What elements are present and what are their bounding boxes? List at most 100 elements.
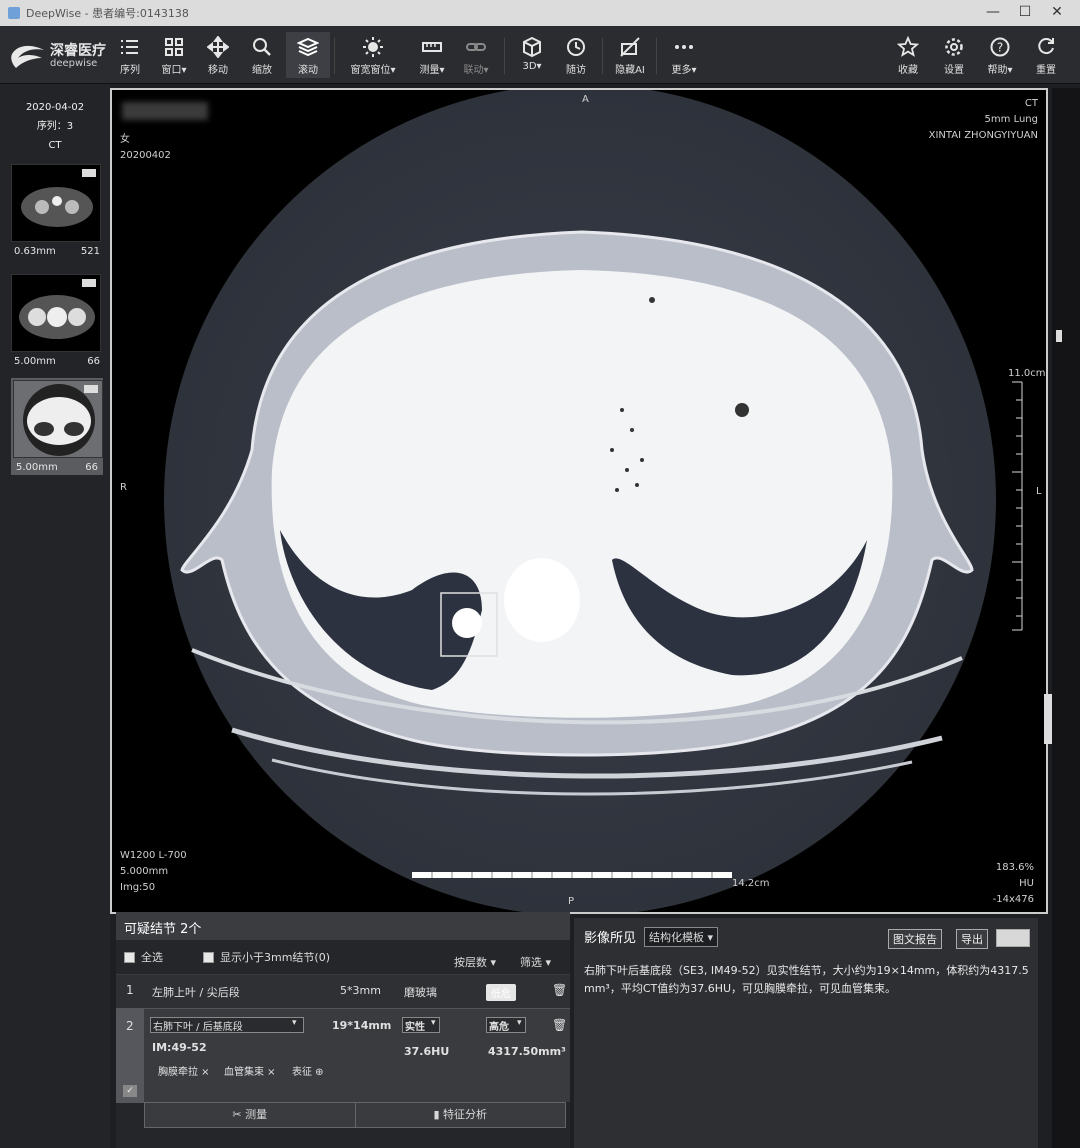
toolbar-divider <box>334 38 335 74</box>
hospital-overlay: XINTAI ZHONGYIYUAN <box>928 130 1038 141</box>
reset-icon <box>1038 38 1054 55</box>
nodule-size: 19*14mm <box>332 1019 392 1032</box>
export-button[interactable]: 导出 <box>956 929 988 949</box>
select-all-checkbox[interactable] <box>124 951 135 963</box>
filter-dropdown[interactable]: 筛选 ▾ <box>520 954 551 970</box>
add-sign-button[interactable]: 表征 ⊕ <box>292 1063 324 1078</box>
hide-ai-label: 隐藏AI <box>615 65 645 76</box>
findings-panel: 影像所见 结构化模板 ▾ 图文报告 导出 右肺下叶后基底段（SE3, IM49-… <box>574 918 1038 1148</box>
sync-button[interactable]: 联动▾ <box>454 32 498 78</box>
chevron-down-icon: ▾ <box>517 1018 522 1028</box>
template-dropdown[interactable]: 结构化模板 ▾ <box>644 927 719 947</box>
series-sidebar: 2020-04-02 序列：3 CT 0.63mm 521 5.00mm 66 5.… <box>0 84 110 1148</box>
more-button[interactable]: 更多▾ <box>662 32 706 78</box>
reset-label: 重置 <box>1036 65 1056 76</box>
zoom-icon <box>253 38 271 56</box>
follow-up-button[interactable]: 随访 <box>554 32 598 78</box>
show-small-checkbox[interactable] <box>203 951 214 963</box>
window-level-button[interactable]: 窗宽窗位▾ <box>348 32 398 78</box>
reset-button[interactable]: 重置 <box>1024 32 1068 78</box>
zoom-button[interactable]: 缩放 <box>240 32 284 78</box>
settings-button[interactable]: 设置 <box>932 32 976 78</box>
nodule-volume: 4317.50mm³ <box>488 1045 566 1058</box>
nodule-type: 磨玻璃 <box>404 986 437 999</box>
nodule-row[interactable]: 1 左肺上叶 / 尖后段 5*3mm 磨玻璃 低危 🗑 <box>116 974 570 1008</box>
minimize-button[interactable]: — <box>978 0 1008 26</box>
patient-sex: 女 <box>120 134 130 145</box>
list-icon <box>121 40 138 54</box>
sign-tag-vascular[interactable]: 血管集束 × <box>224 1063 276 1078</box>
nodule-row-selected[interactable]: 2 ✓ 右肺下叶 / 后基底段 ▾ 19*14mm 实性 ▾ 高危 ▾ 🗑 IM… <box>116 1008 570 1103</box>
ruler-horizontal-label: 14.2cm <box>732 878 770 889</box>
bar-chart-icon: ▮ <box>433 1108 444 1121</box>
star-icon <box>897 36 919 57</box>
nodule-location-select[interactable]: 右肺下叶 / 后基底段 <box>150 1017 304 1033</box>
findings-header: 影像所见 结构化模板 ▾ 图文报告 导出 <box>574 918 1038 950</box>
help-button[interactable]: ? 帮助▾ <box>978 32 1022 78</box>
nodule-risk-badge: 低危 <box>486 984 516 1001</box>
window-layout-label: 窗口▾ <box>161 65 187 76</box>
series-modality: CT <box>48 140 62 151</box>
more-icon <box>675 45 693 49</box>
series-button[interactable]: 序列 <box>108 32 152 78</box>
series-thumbnail[interactable]: 5.00mm 66 <box>11 274 103 367</box>
series-thumbnail[interactable]: 0.63mm 521 <box>11 164 103 257</box>
findings-text[interactable]: 右肺下叶后基底段（SE3, IM49-52）见实性结节，大小约为19×14mm，… <box>584 962 1030 998</box>
extra-button[interactable] <box>996 929 1030 947</box>
scroll-button[interactable]: 滚动 <box>286 32 330 78</box>
brightness-icon <box>363 37 383 57</box>
nodule-hu: 37.6HU <box>404 1045 450 1058</box>
sign-tag-pleural[interactable]: 胸膜牵拉 × <box>158 1063 210 1078</box>
help-icon: ? <box>990 37 1010 57</box>
report-button[interactable]: 图文报告 <box>888 929 942 949</box>
thumbnail-image <box>11 164 101 242</box>
checked-icon[interactable]: ✓ <box>123 1085 137 1097</box>
sort-dropdown[interactable]: 按层数 ▾ <box>454 954 496 970</box>
delete-icon[interactable]: 🗑 <box>552 983 567 997</box>
zoom-level: 183.6% <box>995 862 1034 873</box>
thumbnail-tag <box>82 169 96 177</box>
measure-tool-button[interactable]: 测量▾ <box>410 32 454 78</box>
chevron-down-icon: ▾ <box>431 1018 436 1028</box>
series-thumbnail-selected[interactable]: 5.00mm 66 <box>11 378 103 475</box>
measure-button[interactable]: ✂ 测量 <box>145 1103 356 1127</box>
delete-icon[interactable]: 🗑 <box>552 1018 567 1032</box>
hu-unit: HU <box>1019 878 1034 889</box>
scroll-handle[interactable] <box>1044 694 1052 744</box>
orientation-right: L <box>1036 486 1042 497</box>
maximize-button[interactable]: ☐ <box>1010 0 1040 26</box>
feature-analysis-button[interactable]: ▮ 特征分析 <box>355 1103 565 1127</box>
ct-image-viewer[interactable]: A P R L 女 20200402 CT 5mm Lung XINTAI ZH… <box>110 88 1048 914</box>
findings-title: 影像所见 <box>584 931 637 946</box>
window-level-label: 窗宽窗位▾ <box>350 65 396 76</box>
move-icon <box>207 36 229 58</box>
move-button[interactable]: 移动 <box>196 32 240 78</box>
hide-ai-button[interactable]: 隐藏AI <box>608 32 652 78</box>
nodule-location: 左肺上叶 / 尖后段 <box>152 986 240 999</box>
nodule-index: 1 <box>126 983 134 997</box>
zoom-label: 缩放 <box>252 65 272 76</box>
deepwise-logo-icon <box>11 45 45 68</box>
orientation-bottom: P <box>568 896 575 907</box>
measure-icon: ✂ <box>232 1108 246 1121</box>
cube-icon <box>523 36 541 58</box>
thumb-count: 521 <box>80 246 100 257</box>
viewer-scrollbar[interactable] <box>1044 88 1080 1148</box>
move-label: 移动 <box>208 65 228 76</box>
thumbnail-info: 5.00mm 66 <box>13 462 101 473</box>
close-button[interactable]: ✕ <box>1042 0 1072 26</box>
window-layout-button[interactable]: 窗口▾ <box>152 32 196 78</box>
series-label: 序列 <box>120 65 140 76</box>
measure-button-label: 测量 <box>245 1108 268 1121</box>
thumbnail-tag <box>84 385 98 393</box>
ct-slice-image <box>164 90 1023 912</box>
favorite-button[interactable]: 收藏 <box>886 32 930 78</box>
thumbnail-image <box>13 380 103 458</box>
thumbnail-image <box>11 274 101 352</box>
scroll-handle[interactable] <box>1056 330 1062 342</box>
window-titlebar: DeepWise - 患者编号:0143138 — ☐ ✕ <box>0 0 1080 26</box>
redacted-name <box>122 102 208 120</box>
toolbar-divider <box>602 38 603 74</box>
thumb-thickness: 5.00mm <box>14 356 56 367</box>
3d-button[interactable]: 3D▾ <box>510 32 554 78</box>
